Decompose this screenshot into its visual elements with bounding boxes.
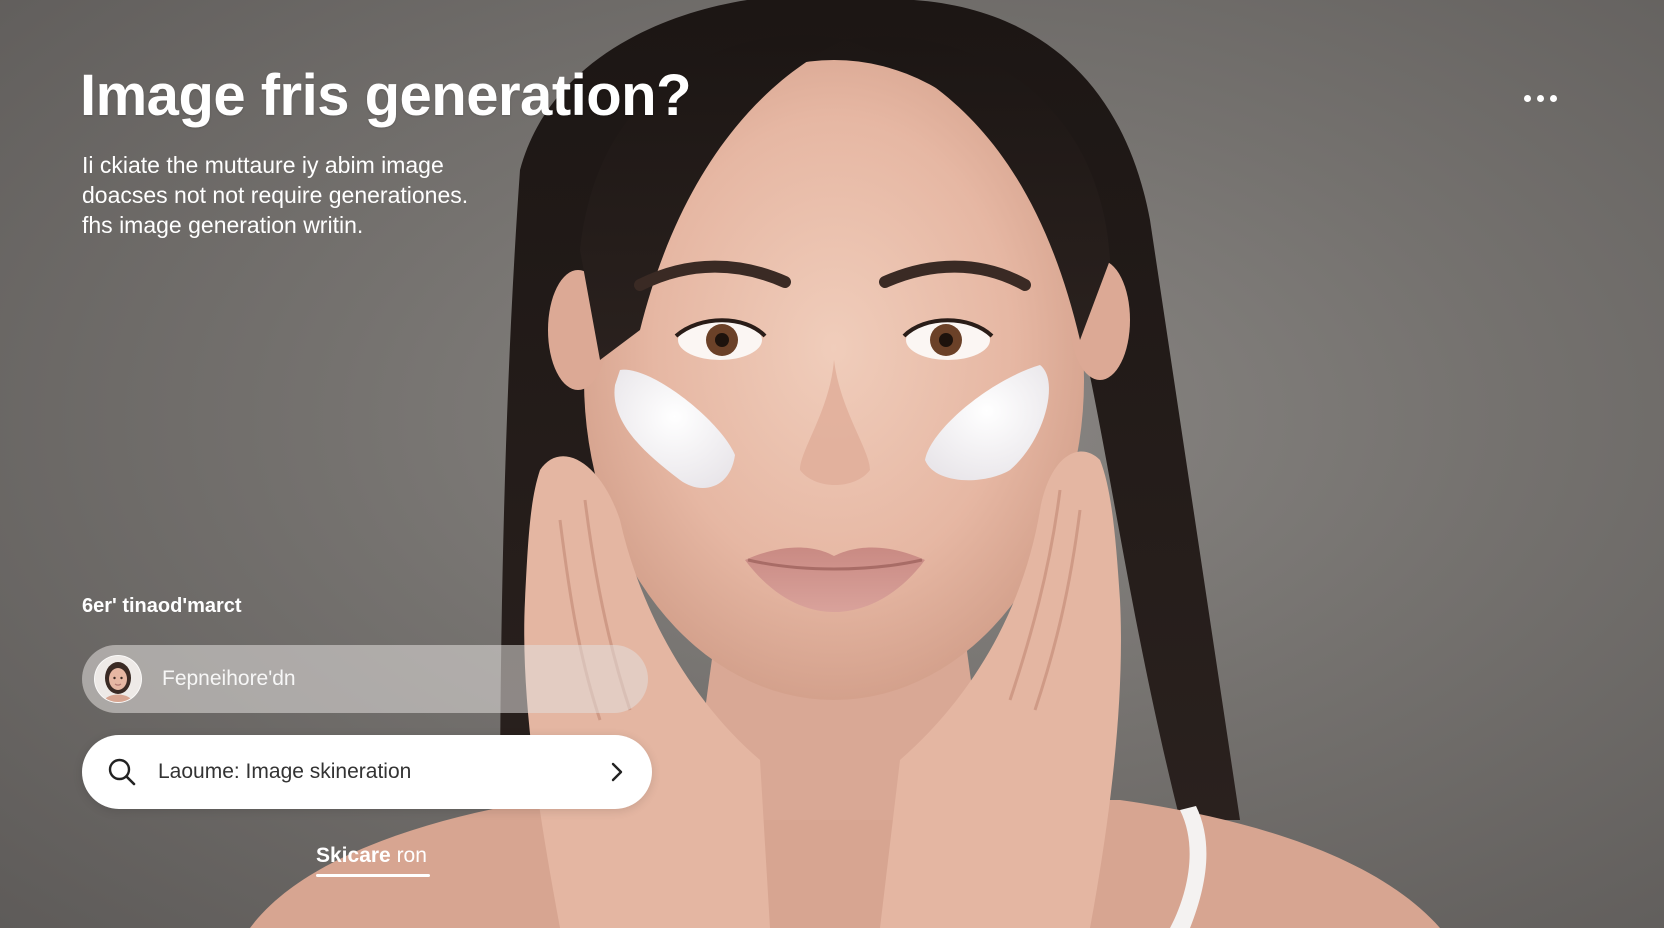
more-horizontal-icon: [1549, 94, 1557, 102]
avatar: [94, 655, 142, 703]
more-horizontal-icon: [1536, 94, 1544, 102]
more-options-button[interactable]: [1510, 80, 1570, 116]
tab-label: Skicare ron: [316, 844, 430, 868]
model-select-field[interactable]: Fepneihore'dn: [82, 645, 648, 713]
model-select-value: Fepneihore'dn: [162, 667, 296, 690]
more-horizontal-icon: [1523, 94, 1531, 102]
hero-description-line: fhs image generation writin.: [82, 212, 364, 238]
hero-description-line: doacses not not require generationes.: [82, 182, 469, 208]
hero-description: Ii ckiate the muttaure iy abim image doa…: [82, 150, 542, 240]
page-title: Image fris generation?: [80, 63, 692, 128]
tab-skincare[interactable]: Skicare ron: [316, 844, 430, 877]
search-input-value: Laoume: Image skineration: [158, 760, 412, 783]
hero-description-line: Ii ckiate the muttaure iy abim image: [82, 152, 444, 178]
tab-active-indicator: [316, 874, 430, 877]
chevron-right-icon[interactable]: [606, 759, 628, 785]
search-input[interactable]: Laoume: Image skineration: [82, 735, 652, 809]
tab-label-bold: Skicare: [316, 844, 391, 867]
tab-label-rest: ron: [390, 844, 427, 867]
section-label: 6er' tinaod'marct: [82, 595, 242, 617]
avatar-portrait-icon: [95, 656, 141, 702]
search-icon: [108, 758, 136, 786]
app-screen: Image fris generation? Ii ckiate the mut…: [0, 0, 1664, 928]
